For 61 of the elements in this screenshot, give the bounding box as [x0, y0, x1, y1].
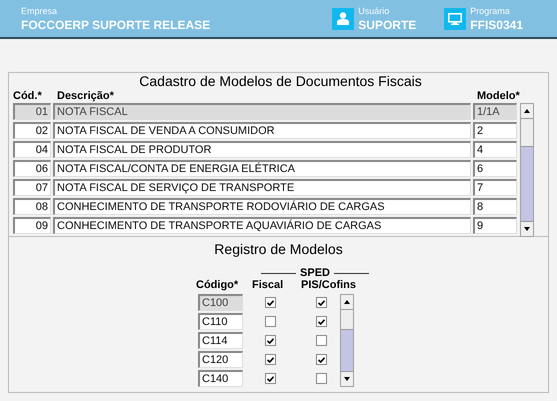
column-header: PIS/Cofins [301, 279, 356, 292]
column-header: Descrição* [57, 90, 115, 102]
model-cell[interactable]: 8 [473, 198, 517, 215]
checkbox[interactable] [265, 297, 276, 308]
scroll-thumb[interactable] [521, 119, 533, 147]
scroll-up-icon[interactable] [524, 109, 530, 113]
program-code: FFIS0341 [470, 18, 523, 32]
description-cell[interactable]: CONHECIMENTO DE TRANSPORTE RODOVIÁRIO DE CARGAS [53, 198, 471, 215]
checkbox[interactable] [316, 297, 327, 308]
scroll-down-icon[interactable] [344, 377, 350, 381]
code-field[interactable]: C100 [198, 294, 243, 311]
description-cell[interactable]: NOTA FISCAL [53, 103, 471, 120]
group-label: SPED [300, 267, 330, 279]
column-header: Modelo* [477, 90, 520, 102]
column-header: Cód.* [13, 90, 43, 102]
checkbox[interactable] [316, 335, 327, 346]
model-cell[interactable]: 1/1A [473, 103, 517, 120]
code-cell[interactable]: 06 [13, 160, 51, 177]
description-cell[interactable]: NOTA FISCAL DE VENDA A CONSUMIDOR [53, 122, 471, 139]
company-label: Empresa [21, 6, 58, 16]
monitor-icon [448, 12, 462, 24]
checkbox[interactable] [316, 373, 327, 384]
model-cell[interactable]: 7 [473, 179, 517, 196]
description-cell[interactable]: CONHECIMENTO DE TRANSPORTE AQUAVIÁRIO DE CARGAS [53, 217, 471, 234]
model-cell[interactable]: 9 [473, 217, 517, 234]
column-header: Código* [196, 279, 240, 292]
code-cell[interactable]: 01 [13, 103, 51, 120]
code-field[interactable]: C110 [198, 313, 243, 330]
user-label: Usuário [358, 6, 390, 16]
checkbox[interactable] [265, 373, 276, 384]
scrollbar[interactable] [520, 103, 534, 237]
code-field[interactable]: C140 [198, 370, 243, 387]
code-cell[interactable]: 09 [13, 217, 51, 234]
code-field[interactable]: C114 [198, 332, 243, 349]
program-label: Programa [470, 6, 511, 16]
column-header: Fiscal [252, 279, 284, 292]
code-cell[interactable]: 04 [13, 141, 51, 158]
checkbox[interactable] [265, 335, 276, 346]
description-cell[interactable]: NOTA FISCAL DE PRODUTOR [53, 141, 471, 158]
code-cell[interactable]: 08 [13, 198, 51, 215]
model-cell[interactable]: 2 [473, 122, 517, 139]
section-title: Cadastro de Modelos de Documentos Fiscais [138, 74, 423, 89]
scroll-up-icon[interactable] [344, 300, 350, 304]
code-cell[interactable]: 07 [13, 179, 51, 196]
scroll-down-icon[interactable] [524, 227, 530, 231]
description-cell[interactable]: NOTA FISCAL/CONTA DE ENERGIA ELÉTRICA [53, 160, 471, 177]
model-cell[interactable]: 4 [473, 141, 517, 158]
code-cell[interactable]: 02 [13, 122, 51, 139]
model-cell[interactable]: 6 [473, 160, 517, 177]
code-field[interactable]: C120 [198, 351, 243, 368]
user-icon [337, 12, 350, 25]
section-title: Registro de Modelos [213, 241, 344, 258]
checkbox[interactable] [316, 316, 327, 327]
checkbox[interactable] [316, 354, 327, 365]
company-name: FOCCOERP SUPORTE RELEASE [21, 18, 210, 32]
scrollbar[interactable] [340, 294, 354, 387]
checkbox[interactable] [265, 354, 276, 365]
checkbox[interactable] [265, 316, 276, 327]
scroll-thumb[interactable] [341, 310, 353, 330]
description-cell[interactable]: NOTA FISCAL DE SERVIÇO DE TRANSPORTE [53, 179, 471, 196]
user-name: SUPORTE [358, 18, 416, 32]
